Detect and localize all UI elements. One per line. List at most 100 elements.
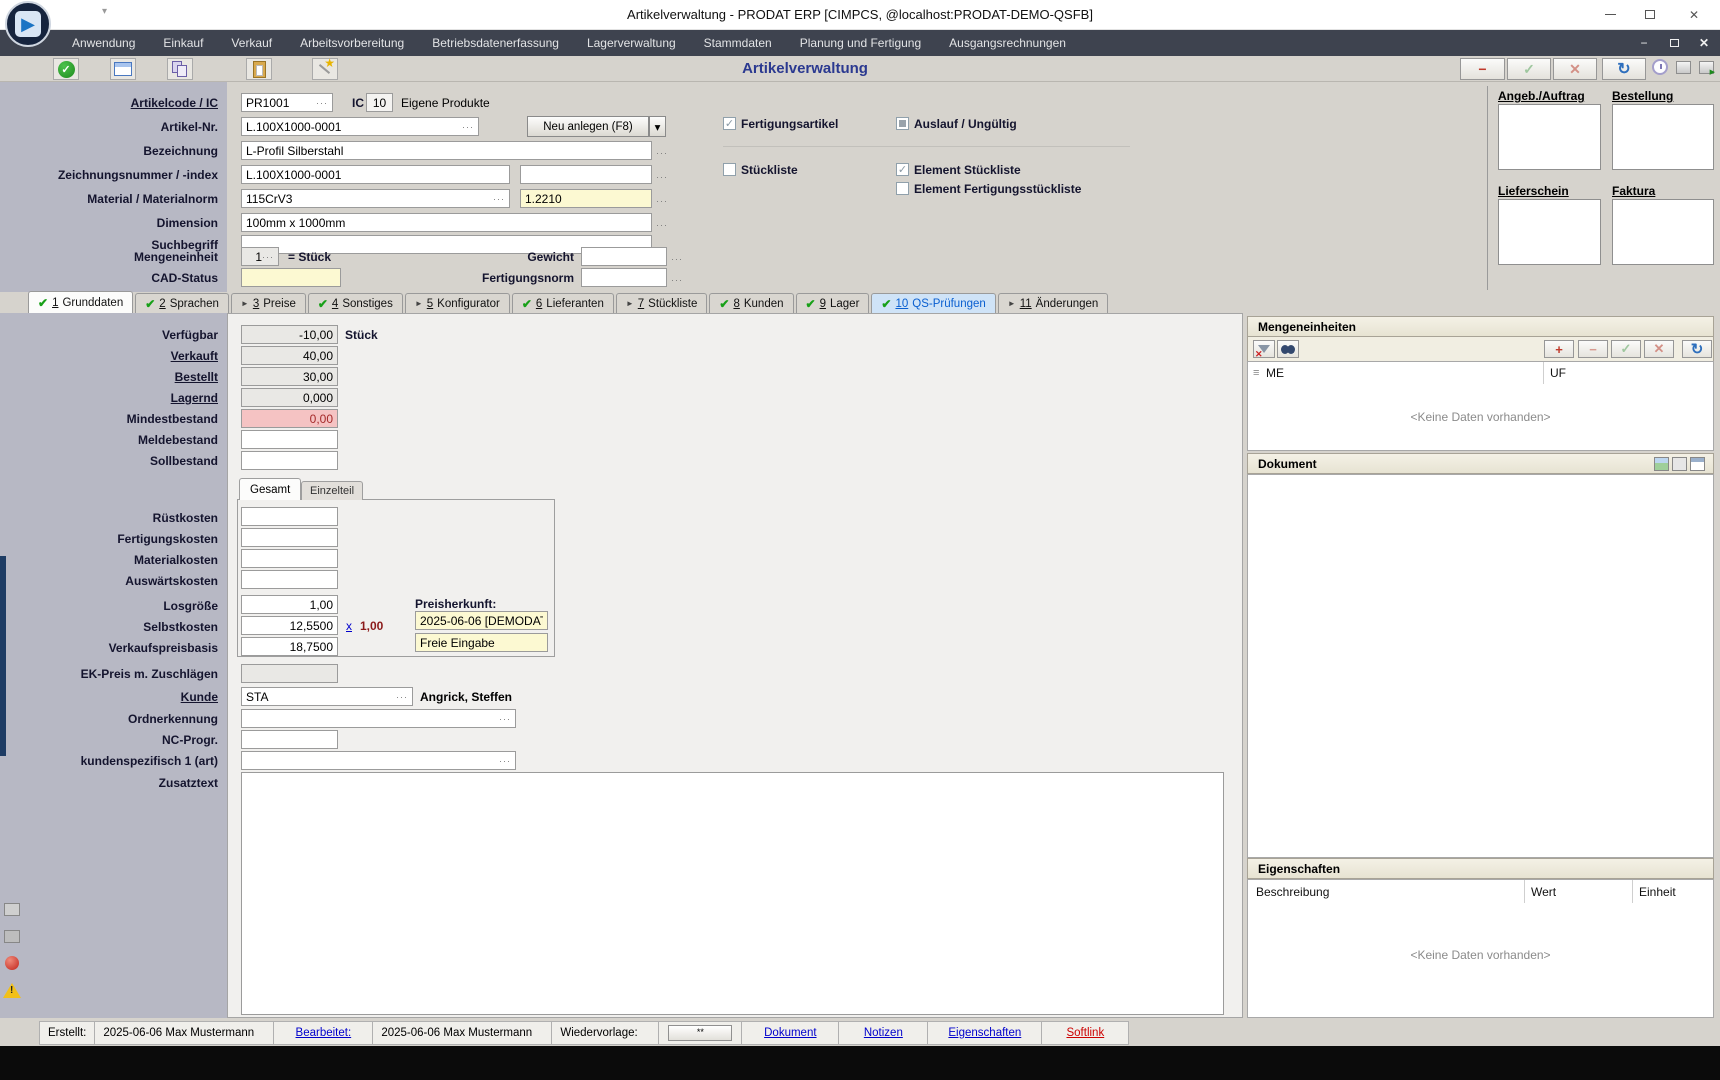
- save-icon[interactable]: [1672, 457, 1687, 471]
- faktor-link[interactable]: x: [346, 619, 352, 633]
- cadstatus-field[interactable]: [241, 268, 341, 287]
- fertigungsnorm-picker-icon[interactable]: ···: [671, 275, 683, 285]
- bestellt-label[interactable]: Bestellt: [175, 370, 218, 384]
- paste-button[interactable]: [246, 58, 272, 80]
- warning-icon[interactable]: [3, 983, 21, 998]
- mindestbestand-field[interactable]: 0,00: [241, 409, 338, 428]
- mdi-close-button[interactable]: ✕: [1690, 30, 1718, 56]
- stueckliste-checkbox[interactable]: [723, 163, 736, 176]
- dock-handle[interactable]: [0, 556, 6, 756]
- mengeneinheit-picker-icon[interactable]: ···: [262, 252, 274, 262]
- column-header-me[interactable]: ME: [1266, 366, 1284, 380]
- menu-stammdaten[interactable]: Stammdaten: [690, 30, 786, 56]
- lieferschein-box[interactable]: [1498, 199, 1601, 265]
- copy-button[interactable]: [167, 58, 193, 80]
- menu-betriebsdatenerfassung[interactable]: Betriebsdatenerfassung: [418, 30, 573, 56]
- ncprogr-field[interactable]: [241, 730, 338, 749]
- kundenspezifisch-picker-icon[interactable]: ···: [499, 756, 511, 766]
- kunde-picker-icon[interactable]: ···: [396, 692, 408, 702]
- column-divider[interactable]: [1543, 362, 1544, 384]
- faktura-box[interactable]: [1612, 199, 1714, 265]
- ordnerkennung-field[interactable]: ···: [241, 709, 516, 728]
- materialnorm-picker-icon[interactable]: ···: [656, 196, 668, 206]
- material-field[interactable]: 115CrV3···: [241, 189, 510, 208]
- quick-access-caret-icon[interactable]: ▾: [102, 6, 107, 17]
- verkaufspreisbasis-field[interactable]: 18,7500: [241, 637, 338, 656]
- zeichnung-picker-icon[interactable]: ···: [656, 172, 668, 182]
- gewicht-field[interactable]: [581, 247, 667, 266]
- prodat-logo-icon[interactable]: ▶: [5, 1, 51, 47]
- tab-kunden[interactable]: ✔8Kunden: [709, 293, 793, 313]
- bearbeitet-link[interactable]: Bearbeitet:: [273, 1021, 373, 1045]
- verkauft-label[interactable]: Verkauft: [171, 349, 218, 363]
- artikelcode-label[interactable]: Artikelcode / IC: [131, 96, 218, 110]
- dokument-link[interactable]: Dokument: [741, 1021, 839, 1045]
- element-fertigungsstueckliste-checkbox[interactable]: [896, 182, 909, 195]
- ordnerkennung-picker-icon[interactable]: ···: [499, 714, 511, 724]
- row-confirm-button[interactable]: ✓: [1611, 340, 1641, 358]
- ic-field[interactable]: 10: [366, 93, 393, 112]
- tab-grunddaten[interactable]: ✔1Grunddaten: [28, 291, 133, 313]
- menu-verkauf[interactable]: Verkauf: [217, 30, 286, 56]
- tab-aenderungen[interactable]: ►11Änderungen: [998, 293, 1109, 313]
- artikelcode-picker-icon[interactable]: ···: [316, 98, 328, 108]
- neu-anlegen-dropdown-button[interactable]: ▾: [649, 116, 666, 137]
- wiedervorlage-button[interactable]: **: [668, 1025, 732, 1041]
- mengeneinheit-field[interactable]: 1···: [241, 247, 279, 266]
- auslauf-checkbox[interactable]: [896, 117, 909, 130]
- refresh-button[interactable]: ↻: [1602, 58, 1646, 80]
- menu-planung-und-fertigung[interactable]: Planung und Fertigung: [786, 30, 935, 56]
- softlink-link[interactable]: Softlink: [1041, 1021, 1129, 1045]
- artikelcode-field[interactable]: PR1001···: [241, 93, 333, 112]
- window-maximize-button[interactable]: [1632, 0, 1668, 29]
- fertigungskosten-field[interactable]: [241, 528, 338, 547]
- status-red-icon[interactable]: [5, 956, 19, 970]
- materialkosten-field[interactable]: [241, 549, 338, 568]
- artikelnr-picker-icon[interactable]: ···: [462, 122, 474, 132]
- history-button[interactable]: [1652, 59, 1668, 75]
- bezeichnung-field[interactable]: L-Profil Silberstahl: [241, 141, 652, 160]
- tab-stueckliste[interactable]: ►7Stückliste: [616, 293, 708, 313]
- meldebestand-field[interactable]: [241, 430, 338, 449]
- angebot-auftrag-box[interactable]: [1498, 104, 1601, 170]
- device-icon-1[interactable]: [4, 903, 20, 916]
- wizard-button[interactable]: ★: [312, 58, 338, 80]
- window-popup-icon[interactable]: [1690, 457, 1705, 471]
- package-button[interactable]: [1676, 61, 1691, 74]
- lagernd-label[interactable]: Lagernd: [171, 391, 218, 405]
- window-close-button[interactable]: ✕: [1676, 0, 1712, 29]
- package-run-button[interactable]: ▶: [1699, 61, 1714, 74]
- kundenspezifisch-field[interactable]: ···: [241, 751, 516, 770]
- column-header-wert[interactable]: Wert: [1531, 885, 1556, 899]
- mdi-minimize-button[interactable]: −: [1630, 30, 1658, 56]
- dimension-field[interactable]: 100mm x 1000mm: [241, 213, 652, 232]
- menu-arbeitsvorbereitung[interactable]: Arbeitsvorbereitung: [286, 30, 418, 56]
- material-picker-icon[interactable]: ···: [493, 194, 505, 204]
- row-add-button[interactable]: +: [1544, 340, 1574, 358]
- tab-sonstiges[interactable]: ✔4Sonstiges: [308, 293, 403, 313]
- mdi-restore-button[interactable]: [1660, 30, 1688, 56]
- cancel-record-button[interactable]: ✕: [1553, 58, 1597, 80]
- eigenschaften-link[interactable]: Eigenschaften: [927, 1021, 1042, 1045]
- gewicht-picker-icon[interactable]: ···: [671, 254, 683, 264]
- zeichnungsindex-field[interactable]: [520, 165, 652, 184]
- new-window-button[interactable]: [110, 58, 136, 80]
- column-header-einheit[interactable]: Einheit: [1639, 885, 1676, 899]
- row-cancel-button[interactable]: ✕: [1644, 340, 1674, 358]
- kosten-tab-einzelteil[interactable]: Einzelteil: [301, 481, 363, 500]
- menu-lagerverwaltung[interactable]: Lagerverwaltung: [573, 30, 690, 56]
- tab-lieferanten[interactable]: ✔6Lieferanten: [512, 293, 614, 313]
- ruestkosten-field[interactable]: [241, 507, 338, 526]
- losgroesse-field[interactable]: 1,00: [241, 595, 338, 614]
- window-minimize-button[interactable]: [1592, 0, 1628, 29]
- menu-ausgangsrechnungen[interactable]: Ausgangsrechnungen: [935, 30, 1080, 56]
- tab-konfigurator[interactable]: ►5Konfigurator: [405, 293, 510, 313]
- confirm-record-button[interactable]: ✓: [1507, 58, 1551, 80]
- menu-einkauf[interactable]: Einkauf: [149, 30, 217, 56]
- tab-preise[interactable]: ►3Preise: [231, 293, 306, 313]
- device-icon-2[interactable]: [4, 930, 20, 943]
- auswaertskosten-field[interactable]: [241, 570, 338, 589]
- notizen-link[interactable]: Notizen: [838, 1021, 928, 1045]
- selbstkosten-field[interactable]: 12,5500: [241, 616, 338, 635]
- sollbestand-field[interactable]: [241, 451, 338, 470]
